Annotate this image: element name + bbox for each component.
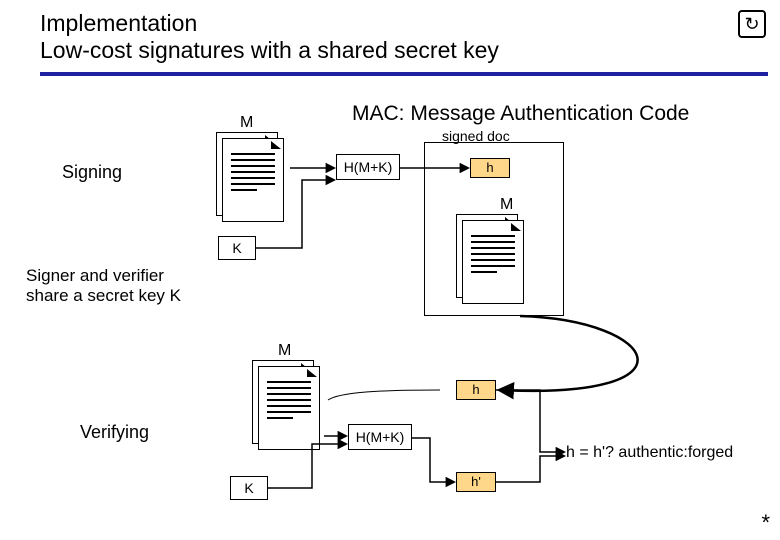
share-note: Signer and verifier share a secret key K — [26, 266, 181, 306]
hash-box: H(M+K) — [336, 154, 400, 180]
verifying-label: Verifying — [80, 422, 149, 443]
hash-box: H(M+K) — [348, 424, 412, 450]
hash-prime-tag: h' — [456, 472, 496, 492]
title-line-2: Low-cost signatures with a shared secret… — [40, 37, 780, 64]
m-label-top: M — [240, 114, 253, 132]
slide-title: Implementation Low-cost signatures with … — [0, 0, 780, 64]
hash-tag: h — [470, 158, 510, 178]
key-box: K — [230, 476, 268, 500]
return-icon[interactable]: ↻ — [738, 10, 766, 38]
m-label-bottom: M — [278, 342, 291, 360]
hash-tag: h — [456, 380, 496, 400]
equation-text: h = h'? authentic:forged — [566, 444, 733, 462]
key-box: K — [218, 236, 256, 260]
mac-heading: MAC: Message Authentication Code — [352, 102, 689, 126]
signing-label: Signing — [62, 162, 122, 183]
title-rule — [40, 72, 768, 76]
title-line-1: Implementation — [40, 10, 780, 37]
asterisk-icon: * — [761, 510, 770, 536]
m-label-signed: M — [500, 196, 513, 214]
